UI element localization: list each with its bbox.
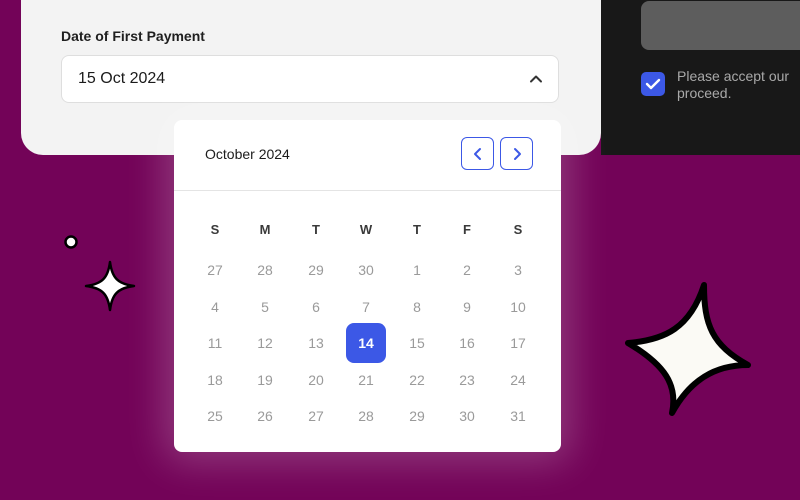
date-field-label: Date of First Payment <box>61 28 205 44</box>
calendar-day[interactable]: 15 <box>397 323 437 363</box>
weekday-label: M <box>259 222 271 237</box>
calendar-day[interactable]: 28 <box>346 396 386 436</box>
weekday-label: F <box>463 222 471 237</box>
date-input-value: 15 Oct 2024 <box>78 70 166 87</box>
calendar-dropdown: October 2024 S M T W T F S 27 28 29 30 1 2 3 4 5… <box>174 120 561 452</box>
calendar-day[interactable]: 22 <box>397 360 437 400</box>
calendar-day[interactable]: 29 <box>397 396 437 436</box>
calendar-day[interactable]: 30 <box>346 250 386 290</box>
weekday-label: S <box>513 222 523 237</box>
calendar-day[interactable]: 29 <box>296 250 336 290</box>
calendar-week-row: 11 12 13 14 15 16 17 <box>190 323 545 363</box>
calendar-day[interactable]: 21 <box>346 360 386 400</box>
weekday-label: T <box>413 222 421 237</box>
calendar-day[interactable]: 20 <box>296 360 336 400</box>
calendar-day[interactable]: 7 <box>346 287 386 327</box>
consent-checkbox[interactable] <box>641 72 665 96</box>
month-label: October 2024 <box>205 146 290 162</box>
calendar-day[interactable]: 19 <box>245 360 285 400</box>
date-of-first-payment-input[interactable]: 15 Oct 2024 <box>61 55 559 103</box>
checkmark-icon <box>645 78 661 90</box>
primary-button[interactable] <box>641 1 800 50</box>
sparkle-icon <box>625 282 751 416</box>
calendar-day[interactable]: 12 <box>245 323 285 363</box>
calendar-day[interactable]: 18 <box>195 360 235 400</box>
calendar-day[interactable]: 16 <box>447 323 487 363</box>
calendar-day-selected[interactable]: 14 <box>346 323 386 363</box>
calendar-day[interactable]: 8 <box>397 287 437 327</box>
calendar-week-row: 4 5 6 7 8 9 10 <box>190 287 545 323</box>
calendar-day[interactable]: 13 <box>296 323 336 363</box>
calendar-week-row: 25 26 27 28 29 30 31 <box>190 396 545 432</box>
calendar-header: October 2024 <box>174 120 561 191</box>
calendar-day[interactable]: 11 <box>195 323 235 363</box>
calendar-day[interactable]: 6 <box>296 287 336 327</box>
consent-text: Please accept our proceed. <box>677 68 790 101</box>
sparkle-icon <box>84 260 136 312</box>
weekday-label: S <box>210 222 220 237</box>
weekday-header-row: S M T W T F S <box>190 210 545 246</box>
calendar-day[interactable]: 26 <box>245 396 285 436</box>
calendar-day[interactable]: 5 <box>245 287 285 327</box>
weekday-label: W <box>359 222 373 237</box>
calendar-day[interactable]: 24 <box>498 360 538 400</box>
calendar-week-row: 18 19 20 21 22 23 24 <box>190 360 545 396</box>
calendar-day[interactable]: 27 <box>296 396 336 436</box>
chevron-right-icon <box>514 148 521 160</box>
calendar-day[interactable]: 4 <box>195 287 235 327</box>
calendar-day[interactable]: 27 <box>195 250 235 290</box>
calendar-day[interactable]: 3 <box>498 250 538 290</box>
calendar-day[interactable]: 30 <box>447 396 487 436</box>
calendar-day[interactable]: 2 <box>447 250 487 290</box>
calendar-day[interactable]: 28 <box>245 250 285 290</box>
calendar-day[interactable]: 17 <box>498 323 538 363</box>
calendar-day[interactable]: 1 <box>397 250 437 290</box>
chevron-up-icon[interactable] <box>528 71 544 87</box>
dark-side-panel: Please accept our proceed. <box>601 0 800 155</box>
calendar-day[interactable]: 10 <box>498 287 538 327</box>
calendar-week-row: 27 28 29 30 1 2 3 <box>190 250 545 286</box>
calendar-day[interactable]: 23 <box>447 360 487 400</box>
next-month-button[interactable] <box>500 137 533 170</box>
weekday-label: T <box>312 222 320 237</box>
dot-icon <box>64 235 78 249</box>
calendar-day[interactable]: 31 <box>498 396 538 436</box>
calendar-day[interactable]: 9 <box>447 287 487 327</box>
chevron-left-icon <box>474 148 481 160</box>
calendar-day[interactable]: 25 <box>195 396 235 436</box>
previous-month-button[interactable] <box>461 137 494 170</box>
